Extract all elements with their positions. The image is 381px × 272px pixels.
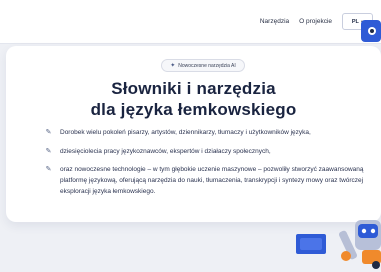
- ai-tools-badge: ✦ Nowoczesne narzędzia AI: [161, 59, 245, 72]
- chevron-down-icon: ▾: [360, 18, 364, 24]
- feather-icon: ✎: [45, 166, 52, 173]
- hero-bullet: ✎ oraz nowoczesne technologie – w tym gł…: [44, 164, 374, 197]
- hero-title-line-2: dla języka łemkowskiego: [90, 100, 297, 119]
- hero-bullet-text: dziesięciolecia pracy językoznawców, eks…: [60, 148, 271, 155]
- language-selected: PL: [351, 18, 359, 25]
- nav-link-tools[interactable]: Narzędzia: [260, 18, 289, 25]
- main-nav: Narzędzia O projekcie PL ▾: [260, 13, 373, 30]
- hero-bullet-text: Dorobek wielu pokoleń pisarzy, artystów,…: [60, 129, 311, 136]
- robot-bottom: [296, 220, 381, 269]
- hero-bullet: ✎ Dorobek wielu pokoleń pisarzy, artystó…: [44, 127, 374, 138]
- nav-link-about[interactable]: O projekcie: [299, 18, 332, 25]
- feather-icon: ✎: [45, 129, 52, 136]
- feather-icon: ✎: [45, 148, 52, 155]
- language-selector[interactable]: PL ▾: [342, 13, 373, 30]
- sparkle-icon: ✦: [170, 63, 176, 69]
- badge-label: Nowoczesne narzędzia AI: [178, 62, 236, 69]
- hero-title-line-1: Słowniki i narzędzia: [111, 79, 276, 98]
- hero-bullet: ✎ dziesięciolecia pracy językoznawców, e…: [44, 146, 374, 157]
- hero-card: ✦ Nowoczesne narzędzia AI Słowniki i nar…: [6, 46, 381, 222]
- hero-bullet-text: oraz nowoczesne technologie – w tym głęb…: [60, 166, 364, 195]
- top-navigation-bar: Narzędzia O projekcie PL ▾: [0, 0, 381, 44]
